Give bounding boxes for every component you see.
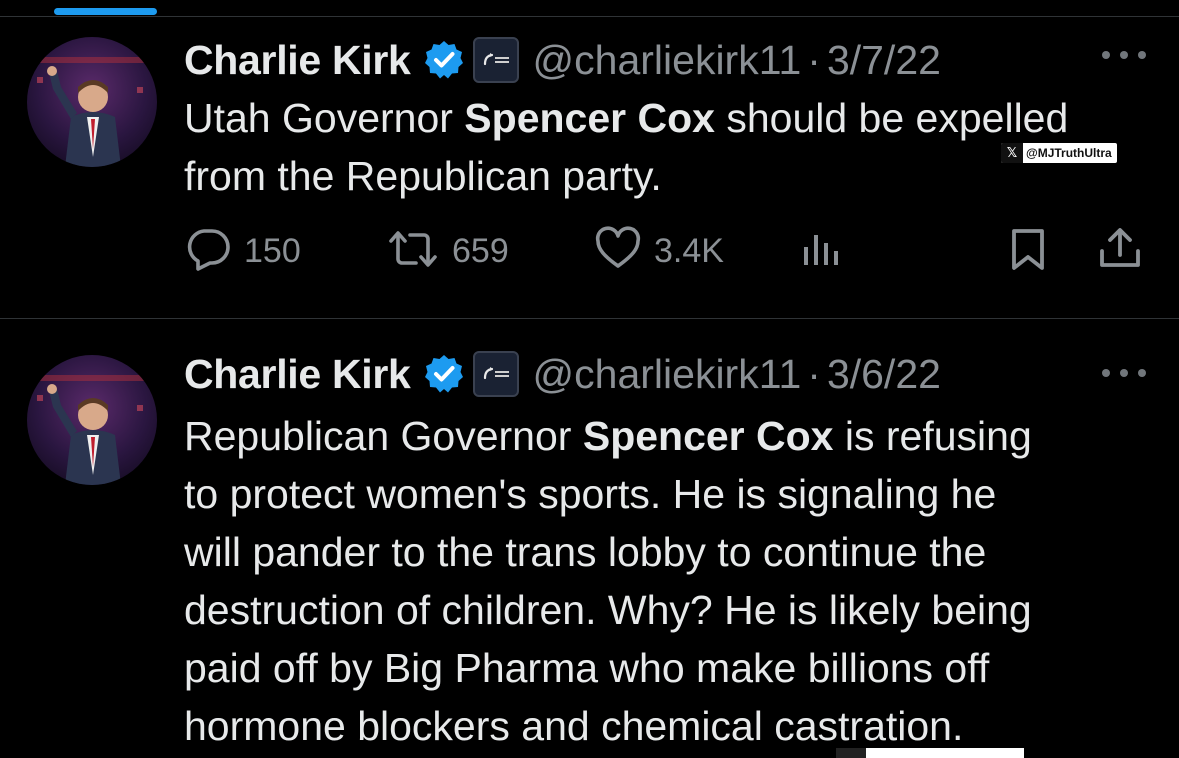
retweet-button[interactable]: 659 (386, 223, 509, 279)
retweet-count: 659 (452, 231, 509, 270)
author-name[interactable]: Charlie Kirk (184, 37, 411, 84)
x-logo-icon: 𝕏 (1001, 143, 1023, 163)
tweet-header: Charlie Kirk @charliekirk11 · 3/6/22 (184, 347, 941, 401)
tweet-text-line: Utah Governor Spencer Cox should be expe… (184, 95, 1069, 141)
verified-badge-icon (423, 39, 465, 81)
retweet-icon (386, 225, 440, 278)
heart-icon (594, 225, 642, 278)
like-button[interactable]: 3.4K (594, 223, 724, 279)
views-button[interactable] (800, 223, 844, 279)
tweet-text: Republican Governor Spencer Cox is refus… (184, 407, 1159, 755)
tweet-text-line: destruction of children. Why? He is like… (184, 587, 1032, 633)
watermark (836, 748, 1024, 758)
x-logo-icon (836, 748, 866, 758)
author-handle[interactable]: @charliekirk11 (533, 351, 802, 398)
separator-dot: · (807, 350, 821, 397)
reply-icon (184, 225, 232, 278)
more-options-icon[interactable] (1102, 45, 1146, 65)
bookmark-icon (1004, 225, 1052, 278)
views-chart-icon (800, 225, 844, 278)
avatar[interactable] (27, 355, 157, 485)
reply-count: 150 (244, 231, 301, 270)
tweet-text-line: will pander to the trans lobby to contin… (184, 529, 987, 575)
share-button[interactable] (1096, 223, 1144, 279)
tweet-date[interactable]: 3/6/22 (827, 351, 941, 398)
bookmark-button[interactable] (1004, 223, 1052, 279)
verified-badge-icon (423, 353, 465, 395)
active-tab-indicator (54, 8, 157, 15)
turning-point-usa-logo[interactable] (472, 37, 519, 83)
watermark-text: @MJTruthUltra (1026, 146, 1112, 160)
more-options-icon[interactable] (1102, 363, 1146, 383)
turning-point-usa-logo[interactable] (472, 351, 519, 397)
tweet-text-line: paid off by Big Pharma who make billions… (184, 645, 990, 691)
author-handle[interactable]: @charliekirk11 (533, 37, 802, 84)
tweet[interactable]: Charlie Kirk @charliekirk11 · 3/6/22 Rep… (0, 319, 1179, 758)
tweet-header: Charlie Kirk @charliekirk11 · 3/7/22 (184, 33, 941, 87)
reply-button[interactable]: 150 (184, 223, 301, 279)
avatar[interactable] (27, 37, 157, 167)
tweet-text-line: Republican Governor Spencer Cox is refus… (184, 413, 1032, 459)
author-name[interactable]: Charlie Kirk (184, 351, 411, 398)
tweet-date[interactable]: 3/7/22 (827, 37, 941, 84)
tweet-actions: 150 659 3.4K (184, 223, 1149, 279)
like-count: 3.4K (654, 231, 724, 270)
tweet-text-line: hormone blockers and chemical castration… (184, 703, 964, 749)
watermark: 𝕏 @MJTruthUltra (1001, 143, 1117, 163)
tweet-text-line: to protect women's sports. He is signali… (184, 471, 997, 517)
share-icon (1096, 225, 1144, 278)
tweet[interactable]: Charlie Kirk @charliekirk11 · 3/7/22 Uta… (0, 17, 1179, 317)
separator-dot: · (807, 36, 821, 83)
